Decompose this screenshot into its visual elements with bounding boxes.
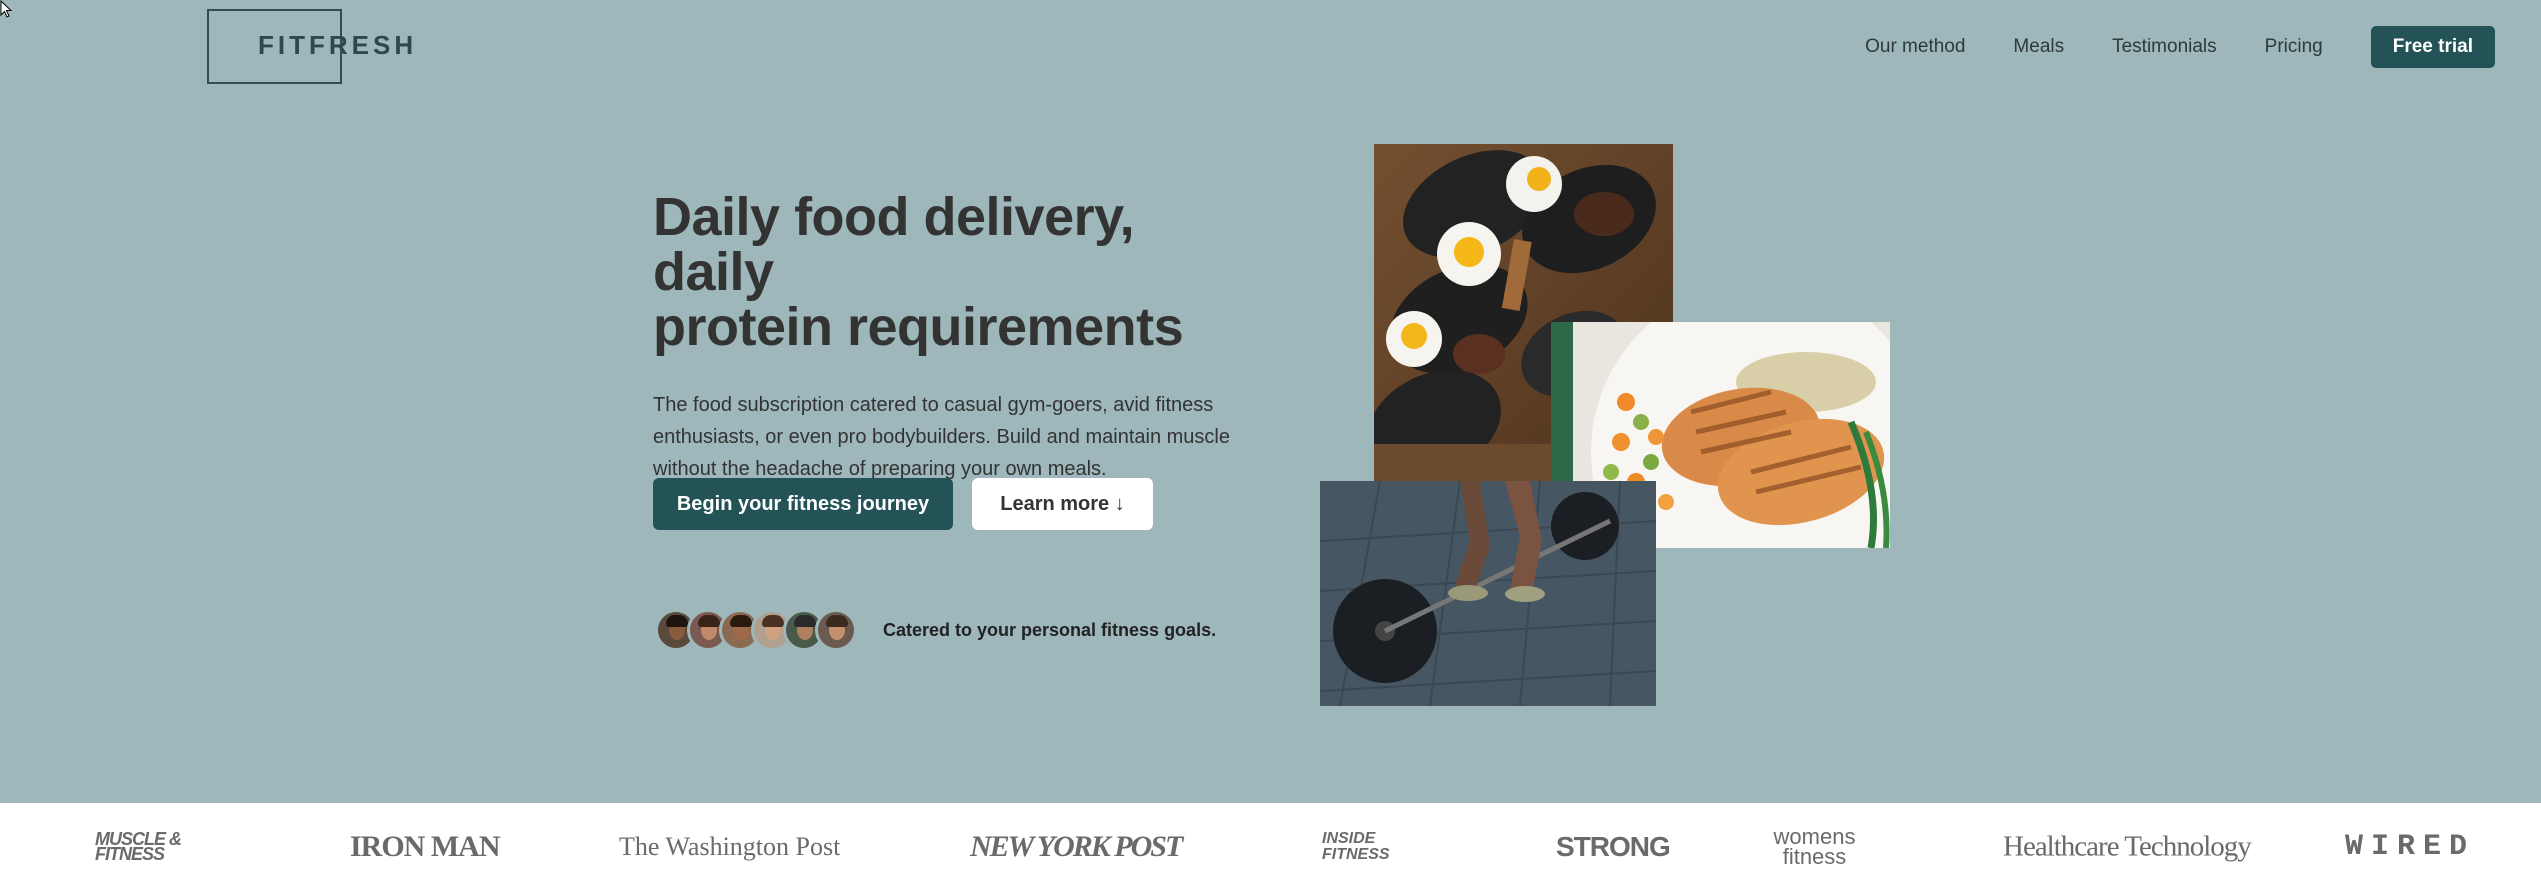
social-proof-text: Catered to your personal fitness goals. <box>883 619 1217 640</box>
press-logo-iron-man: IRON MAN <box>350 830 500 863</box>
press-logo-womens-fitness: womens fitness <box>1773 824 1856 869</box>
press-logo-wired: WIRED <box>2345 830 2476 864</box>
free-trial-button[interactable]: Free trial <box>2370 26 2495 68</box>
hero-title: Daily food delivery, daily protein requi… <box>653 190 1253 355</box>
main-nav: Our method Meals Testimonials Pricing Fr… <box>1865 26 2495 68</box>
hero-cta-row: Begin your fitness journey Learn more ↓ <box>653 478 1153 530</box>
press-logo-healthcare-technology: Healthcare Technology <box>2003 830 2252 863</box>
barbell-workout-photo <box>1320 481 1656 706</box>
press-logo-muscle-fitness: MUSCLE & FITNESS <box>95 829 182 864</box>
hero-title-line1: Daily food delivery, daily <box>653 187 1135 302</box>
learn-more-button[interactable]: Learn more ↓ <box>972 478 1153 530</box>
nav-meals[interactable]: Meals <box>2013 36 2064 58</box>
customer-avatars <box>655 609 857 651</box>
nav-pricing[interactable]: Pricing <box>2265 36 2323 58</box>
site-header: FITFRESH Our method Meals Testimonials P… <box>0 0 2541 95</box>
press-logo-washington-post: The Washington Post <box>619 832 841 861</box>
press-logo-inside-fitness: INSIDE FITNESS <box>1322 830 1390 863</box>
press-logos-bar: MUSCLE & FITNESS IRON MAN The Washington… <box>0 803 2541 892</box>
press-logo-strong: STRONG <box>1556 831 1671 862</box>
avatar <box>815 609 857 651</box>
press-logo-new-york-post: NEW YORK POST <box>970 830 1183 863</box>
social-proof: Catered to your personal fitness goals. <box>655 609 1216 651</box>
hero-title-line2: protein requirements <box>653 297 1184 357</box>
nav-our-method[interactable]: Our method <box>1865 36 1965 58</box>
hero-description: The food subscription catered to casual … <box>653 394 1230 480</box>
begin-journey-button[interactable]: Begin your fitness journey <box>653 478 953 530</box>
nav-testimonials[interactable]: Testimonials <box>2112 36 2217 58</box>
hero-copy: Daily food delivery, daily protein requi… <box>653 190 1253 485</box>
brand-logo[interactable]: FITFRESH <box>258 30 417 61</box>
